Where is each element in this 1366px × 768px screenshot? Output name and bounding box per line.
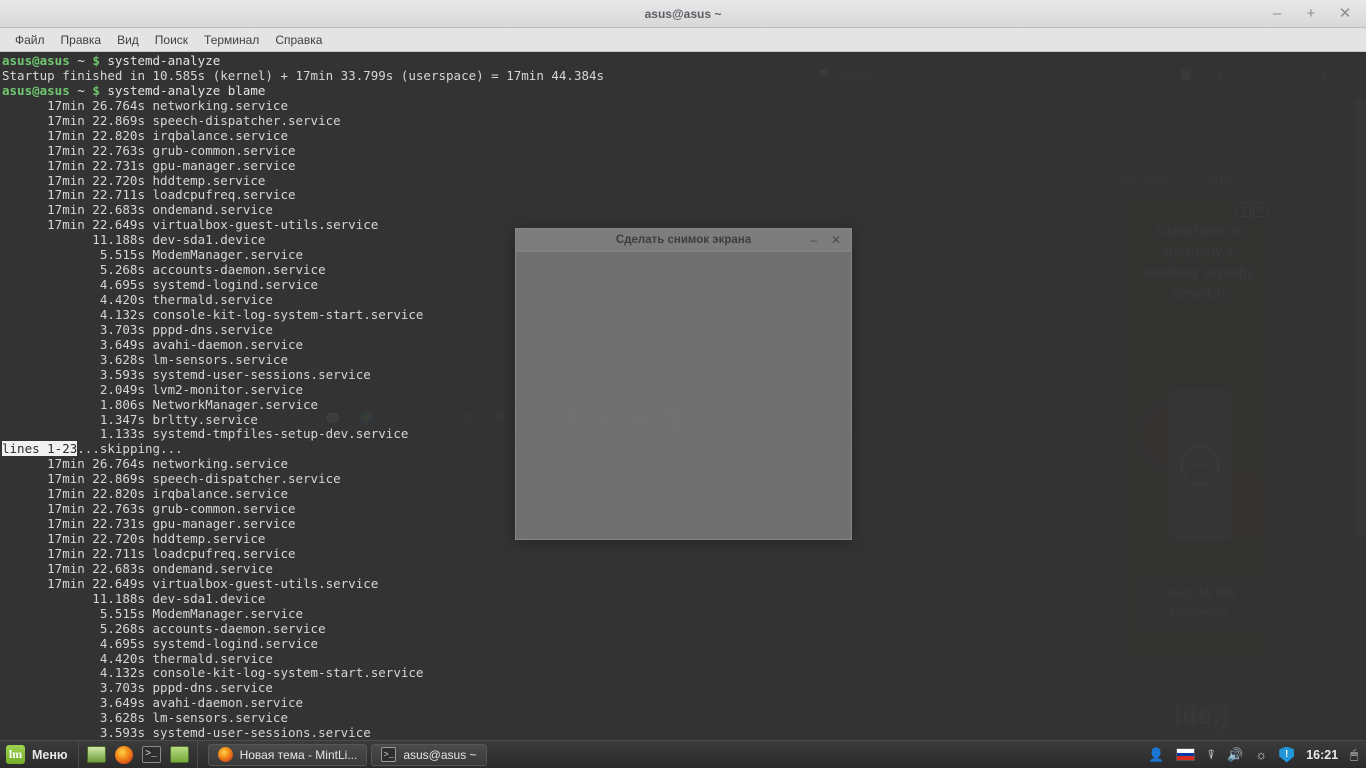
start-menu-button[interactable]: lm Меню [0,741,78,768]
quick-launch-bar[interactable]: >_ [78,741,197,768]
screenshot-dialog-body [516,252,851,539]
terminal-line: 5.515s ModemManager.service [2,607,1366,622]
system-tray[interactable]: 👤 ⍒ 🔊 ☼ ! 16:21 🖱 [1148,747,1366,763]
terminal-icon: >_ [381,747,396,762]
taskbar-window-terminal[interactable]: >_ asus@asus ~ [371,744,486,766]
files-icon[interactable] [170,746,189,763]
menu-terminal[interactable]: Терминал [197,31,266,49]
taskbar-window-label: asus@asus ~ [403,748,476,762]
screenshot-dialog-title: Сделать снимок экрана [516,234,851,246]
screenshot-dialog-controls[interactable]: – ✕ [810,234,851,246]
taskbar[interactable]: lm Меню >_ Новая тема - MintLi... >_ asu… [0,740,1366,768]
terminal-line: 3.703s pppd-dns.service [2,681,1366,696]
terminal-icon[interactable]: >_ [142,746,161,763]
screenshot-dialog[interactable]: Сделать снимок экрана – ✕ [515,228,852,540]
menu-help[interactable]: Справка [268,31,329,49]
terminal-line: 4.695s systemd-logind.service [2,637,1366,652]
window-controls[interactable]: – + ✕ [1270,6,1366,21]
brightness-icon[interactable]: ☼ [1255,747,1267,762]
terminal-line: 17min 22.711s loadcpufreq.service [2,547,1366,562]
minimize-icon[interactable]: – [810,234,817,246]
terminal-line: 17min 22.683s ondemand.service [2,562,1366,577]
terminal-line: 17min 26.764s networking.service [2,99,1366,114]
minimize-button[interactable]: – [1270,6,1284,21]
screenshot-dialog-titlebar[interactable]: Сделать снимок экрана – ✕ [516,229,851,252]
terminal-line: 17min 22.649s virtualbox-guest-utils.ser… [2,577,1366,592]
window-list[interactable]: Новая тема - MintLi... >_ asus@asus ~ [197,741,487,768]
menu-edit[interactable]: Правка [54,31,109,49]
show-desktop-icon[interactable] [87,746,106,763]
terminal-line: 4.132s console-kit-log-system-start.serv… [2,666,1366,681]
menu-view[interactable]: Вид [110,31,146,49]
clock[interactable]: 16:21 [1306,748,1338,762]
terminal-line: 4.420s thermald.service [2,652,1366,667]
terminal-menubar[interactable]: Файл Правка Вид Поиск Терминал Справка [0,28,1366,52]
volume-icon[interactable]: 🔊 [1227,747,1243,763]
terminal-line: 17min 22.820s irqbalance.service [2,129,1366,144]
firefox-icon [218,747,233,762]
terminal-line: 17min 22.711s loadcpufreq.service [2,188,1366,203]
terminal-line: 17min 22.869s speech-dispatcher.service [2,114,1366,129]
terminal-line: 3.628s lm-sensors.service [2,711,1366,726]
terminal-line: 17min 22.763s grub-common.service [2,144,1366,159]
mint-logo-icon: lm [6,745,25,764]
terminal-titlebar[interactable]: asus@asus ~ – + ✕ [0,0,1366,28]
terminal-line: 11.188s dev-sda1.device [2,592,1366,607]
terminal-line: 17min 22.683s ondemand.service [2,203,1366,218]
close-button[interactable]: ✕ [1338,6,1352,21]
maximize-button[interactable]: + [1304,6,1318,21]
start-menu-label: Меню [32,748,68,762]
close-icon[interactable]: ✕ [831,234,841,246]
terminal-title: asus@asus ~ [0,7,1366,21]
terminal-line: asus@asus ~ $ systemd-analyze blame [2,84,1366,99]
terminal-line: 3.593s systemd-user-sessions.service [2,726,1366,740]
taskbar-window-label: Новая тема - MintLi... [240,748,358,762]
taskbar-window-firefox[interactable]: Новая тема - MintLi... [208,744,368,766]
show-desktop-icon[interactable]: 🖱 [1350,747,1358,763]
terminal-line: 17min 22.731s gpu-manager.service [2,159,1366,174]
keyboard-layout-flag-icon[interactable] [1176,748,1195,761]
menu-file[interactable]: Файл [8,31,52,49]
firefox-icon[interactable] [115,746,133,764]
user-account-icon[interactable]: 👤 [1148,747,1164,763]
wifi-icon[interactable]: ⍒ [1207,747,1215,763]
terminal-line: asus@asus ~ $ systemd-analyze [2,54,1366,69]
terminal-line: Startup finished in 10.585s (kernel) + 1… [2,69,1366,84]
terminal-line: 5.268s accounts-daemon.service [2,622,1366,637]
menu-search[interactable]: Поиск [148,31,195,49]
terminal-line: 17min 22.720s hddtemp.service [2,174,1366,189]
update-manager-shield-icon[interactable]: ! [1279,747,1294,763]
terminal-line: 3.649s avahi-daemon.service [2,696,1366,711]
